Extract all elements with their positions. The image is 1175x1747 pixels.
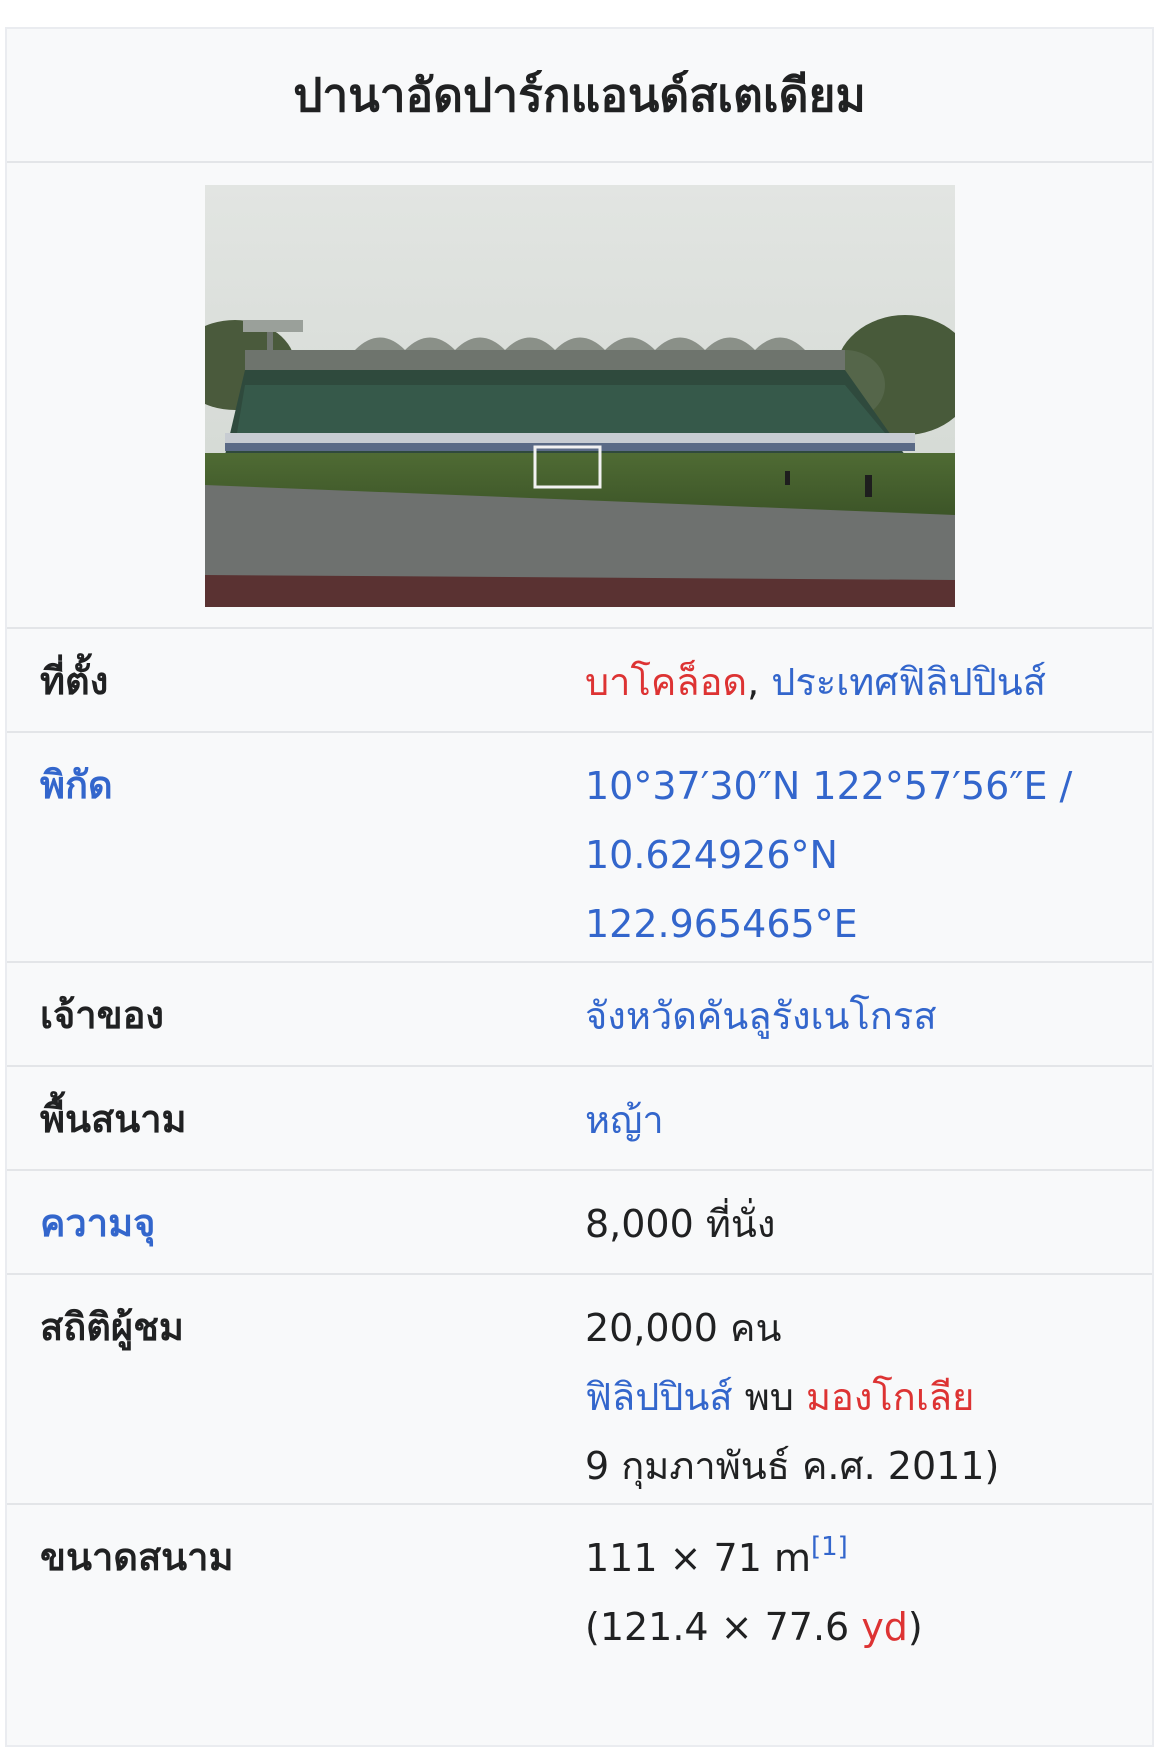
value-attendance: 20,000 คน ฟิลิปปินส์ พบ มองโกเลีย 9 กุมภ…: [585, 1275, 1152, 1503]
coordinates-lon[interactable]: 122.965465°E: [585, 890, 1132, 959]
link-team-philippines[interactable]: ฟิลิปปินส์: [585, 1375, 733, 1419]
field-size-imperial: (121.4 × 77.6 yd): [585, 1593, 1132, 1662]
value-surface: หญ้า: [585, 1067, 1152, 1169]
link-owner[interactable]: จังหวัดคันลูรังเนโกรส: [585, 982, 1132, 1051]
capacity-text: 8,000 ที่นั่ง: [585, 1202, 776, 1246]
row-owner: เจ้าของ จังหวัดคันลูรังเนโกรส: [7, 963, 1152, 1067]
reference-link[interactable]: [1]: [811, 1532, 848, 1562]
field-size-metric: 111 × 71 m[1]: [585, 1524, 1132, 1593]
row-location: ที่ตั้ง บาโคล็อด, ประเทศฟิลิปปินส์: [7, 629, 1152, 733]
label-owner: เจ้าของ: [40, 993, 164, 1037]
value-field-size: 111 × 71 m[1] (121.4 × 77.6 yd): [585, 1505, 1152, 1705]
separator: ,: [747, 660, 760, 704]
label-field-size: ขนาดสนาม: [40, 1535, 234, 1579]
link-team-mongolia[interactable]: มองโกเลีย: [806, 1375, 974, 1419]
link-country[interactable]: ประเทศฟิลิปปินส์: [771, 660, 1046, 704]
infobox-title: ปานาอัดปาร์กแอนด์สเตเดียม: [7, 29, 1152, 163]
field-size-metric-text: 111 × 71 m: [585, 1536, 811, 1580]
row-capacity: ความจุ 8,000 ที่นั่ง: [7, 1171, 1152, 1275]
infobox: ปานาอัดปาร์กแอนด์สเตเดียม ที่ตั้ง บาโคล็…: [5, 27, 1154, 1747]
attendance-date: 9 กุมภาพันธ์ ค.ศ. 2011): [585, 1444, 1000, 1488]
stadium-photo[interactable]: [204, 185, 955, 607]
row-attendance: สถิติผู้ชม 20,000 คน ฟิลิปปินส์ พบ มองโก…: [7, 1275, 1152, 1505]
value-location: บาโคล็อด, ประเทศฟิลิปปินส์: [585, 629, 1152, 731]
attendance-match: ฟิลิปปินส์ พบ มองโกเลีย: [585, 1363, 1132, 1432]
link-yard[interactable]: yd: [861, 1605, 908, 1649]
label-attendance: สถิติผู้ชม: [40, 1305, 184, 1349]
infobox-image-cell: [7, 163, 1152, 629]
label-capacity-link[interactable]: ความจุ: [7, 1171, 585, 1273]
row-coordinates: พิกัด 10°37′30″N 122°57′56″E / 10.624926…: [7, 733, 1152, 963]
field-size-imperial-prefix: (121.4 × 77.6: [585, 1605, 862, 1649]
label-coordinates-link[interactable]: พิกัด: [7, 733, 585, 961]
link-surface[interactable]: หญ้า: [585, 1086, 1132, 1155]
coordinates-lat[interactable]: 10.624926°N: [585, 821, 1132, 890]
label-surface: พื้นสนาม: [40, 1097, 187, 1141]
row-field-size: ขนาดสนาม 111 × 71 m[1] (121.4 × 77.6 yd): [7, 1505, 1152, 1705]
value-coordinates[interactable]: 10°37′30″N 122°57′56″E / 10.624926°N 122…: [585, 733, 1152, 961]
label-location: ที่ตั้ง: [40, 659, 109, 703]
value-owner: จังหวัดคันลูรังเนโกรส: [585, 963, 1152, 1065]
row-surface: พื้นสนาม หญ้า: [7, 1067, 1152, 1171]
link-city[interactable]: บาโคล็อด: [585, 660, 747, 704]
attendance-count: 20,000 คน: [585, 1306, 782, 1350]
field-size-imperial-suffix: ): [907, 1605, 923, 1649]
value-capacity: 8,000 ที่นั่ง: [585, 1171, 1152, 1273]
coordinates-dms[interactable]: 10°37′30″N 122°57′56″E /: [585, 752, 1132, 821]
vs-text: พบ: [744, 1375, 794, 1419]
